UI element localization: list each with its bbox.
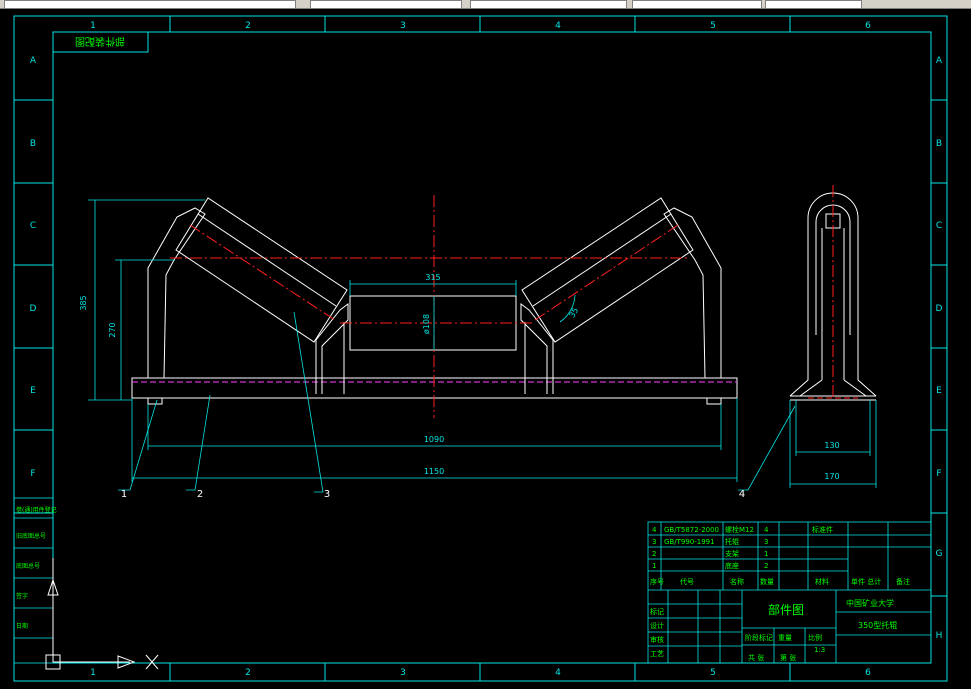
- part-qty: 3: [764, 538, 768, 546]
- col-label: 6: [865, 668, 871, 678]
- row-label: A: [30, 56, 37, 66]
- dim-1150: 1150: [424, 467, 444, 476]
- ucs-icon: [45, 558, 159, 670]
- left-strip-texts: 借(通)用件登记 旧底图总号 底图总号 签字 日期: [16, 506, 57, 630]
- dim-270: 270: [108, 322, 117, 337]
- col-label: 5: [710, 668, 716, 678]
- col-label: 1: [90, 668, 96, 678]
- strip-label: 签字: [16, 592, 28, 600]
- row-label: B: [936, 139, 942, 149]
- header-code: 代号: [680, 577, 694, 586]
- side-view: [789, 185, 877, 401]
- row-label-left: 设计: [650, 621, 664, 630]
- col-label: 3: [400, 21, 406, 31]
- part-name: 托辊: [725, 537, 739, 546]
- drawing-name: 部件图: [768, 602, 804, 617]
- row-label: G: [936, 549, 943, 559]
- balloon-1: 1: [121, 489, 127, 500]
- strip-label: 底图总号: [16, 562, 40, 570]
- drawing-code-label: 部件装配图: [75, 35, 125, 48]
- dim-385: 385: [79, 295, 88, 310]
- header-material: 材料: [815, 577, 829, 586]
- row-label: F: [936, 469, 941, 479]
- scale-value: 1:3: [814, 646, 825, 654]
- strip-label: 日期: [16, 622, 28, 630]
- col-label: 2: [245, 21, 251, 31]
- dim-diameter-108: ø108: [422, 314, 431, 334]
- row-label: F: [30, 469, 35, 479]
- sheet-cell: 比例: [808, 633, 822, 642]
- row-label: D: [30, 304, 37, 314]
- sheet-cell: 共 张: [748, 653, 764, 662]
- drawing-number: 350型托辊: [858, 620, 897, 630]
- header-weight: 单件 总计: [851, 577, 881, 586]
- part-name: 底座: [725, 561, 739, 570]
- row-label: B: [30, 139, 36, 149]
- part-no: 1: [652, 562, 656, 570]
- part-name: 支架: [725, 549, 739, 558]
- col-label: 2: [245, 668, 251, 678]
- row-label: C: [936, 221, 942, 231]
- school-name: 中国矿业大学: [846, 598, 894, 608]
- title-block-texts: 4 GB/T5872-2000 螺栓M12 4 标准件 3 GB/T990-19…: [650, 525, 910, 662]
- sheet-cell: 阶段标记: [745, 633, 773, 642]
- part-balloons: 1 2 3 4: [121, 489, 745, 500]
- col-label: 4: [555, 668, 561, 678]
- col-label: 6: [865, 21, 871, 31]
- drawing-code-box: 部件装配图: [52, 31, 149, 53]
- row-label: H: [936, 631, 943, 641]
- sheet-cell: 重量: [778, 634, 792, 642]
- dim-315: 315: [425, 273, 440, 282]
- part-qty: 2: [764, 562, 768, 570]
- dim-1090: 1090: [424, 435, 444, 444]
- row-label: C: [30, 221, 36, 231]
- row-label: A: [936, 56, 943, 66]
- drawing-canvas[interactable]: 1 2 3 4 5 6 1 2 3 4 5 6 A B C D E F A B …: [0, 8, 971, 689]
- part-no: 2: [652, 550, 656, 558]
- col-label: 5: [710, 21, 716, 31]
- row-label-left: 标记: [650, 607, 664, 616]
- dim-130: 130: [824, 441, 839, 450]
- strip-label: 旧底图总号: [16, 532, 46, 540]
- part-no: 4: [652, 526, 657, 534]
- dimension-texts: 385 270 315 ø108 1090 1150 35 130 170: [79, 273, 840, 481]
- col-label: 4: [555, 21, 561, 31]
- header-name: 名称: [730, 577, 744, 586]
- row-label: D: [936, 304, 943, 314]
- left-registration-strip: [13, 497, 54, 664]
- col-label: 1: [90, 21, 96, 31]
- row-label: E: [30, 386, 36, 396]
- row-label-left: 审核: [650, 635, 664, 644]
- part-qty: 1: [764, 550, 768, 558]
- dim-170: 170: [824, 472, 839, 481]
- part-qty: 4: [764, 526, 769, 534]
- part-code: GB/T990-1991: [664, 538, 715, 546]
- balloon-4: 4: [739, 489, 745, 500]
- row-label-left: 工艺: [650, 650, 664, 658]
- part-code: GB/T5872-2000: [664, 526, 719, 534]
- front-view: [131, 195, 738, 418]
- header-qty: 数量: [760, 577, 774, 586]
- part-no: 3: [652, 538, 656, 546]
- header-note: 备注: [896, 577, 910, 586]
- strip-label: 借(通)用件登记: [16, 506, 57, 514]
- drawing-frame: [13, 15, 948, 682]
- part-note: 标准件: [812, 525, 833, 534]
- row-label: E: [936, 386, 942, 396]
- balloon-2: 2: [197, 489, 203, 500]
- header-no: 序号: [650, 577, 664, 586]
- dim-angle-35: 35: [567, 306, 580, 319]
- balloon-3: 3: [324, 489, 330, 500]
- col-label: 3: [400, 668, 406, 678]
- sheet-cell: 第 张: [780, 653, 796, 662]
- part-name: 螺栓M12: [725, 525, 754, 534]
